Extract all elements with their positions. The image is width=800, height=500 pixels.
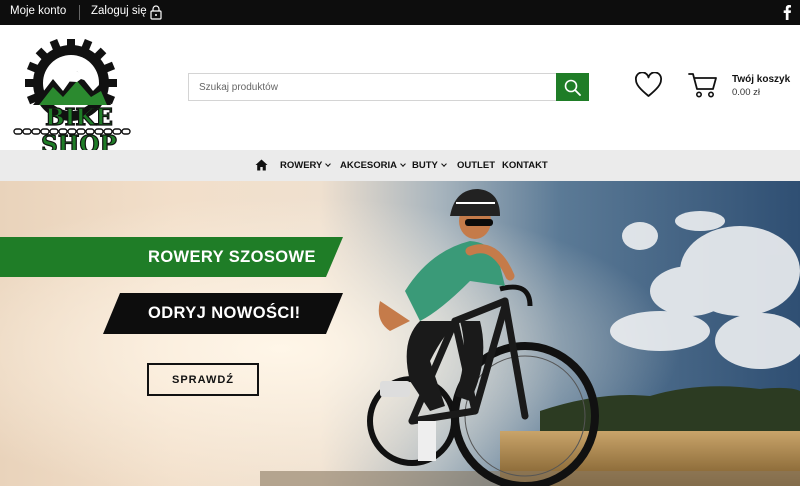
- nav-item-akcesoria[interactable]: AKCESORIA: [340, 160, 406, 171]
- nav-item-outlet[interactable]: OUTLET: [457, 160, 495, 171]
- topbar-divider: [79, 5, 80, 20]
- hero-subheadline: ODRYJ NOWOŚCI!: [148, 304, 301, 322]
- top-bar: Moje konto Zaloguj się: [0, 0, 800, 25]
- hero-headline: ROWERY SZOSOWE: [148, 248, 316, 266]
- main-navigation: ROWERY AKCESORIA BUTY OUTLET KONTAKT: [0, 150, 800, 181]
- nav-item-buty[interactable]: BUTY: [412, 160, 447, 171]
- search-icon: [564, 79, 581, 96]
- nav-item-kontakt[interactable]: KONTAKT: [502, 160, 548, 171]
- cart-icon[interactable]: [688, 71, 718, 99]
- facebook-icon[interactable]: [782, 4, 792, 20]
- chevron-down-icon: [441, 161, 447, 167]
- hero-banner: ROWERY SZOSOWE ODRYJ NOWOŚCI! SPRAWDŹ: [0, 181, 800, 486]
- home-icon[interactable]: [255, 159, 268, 171]
- chevron-down-icon: [400, 161, 406, 167]
- nav-item-rowery[interactable]: ROWERY: [280, 160, 332, 171]
- chevron-down-icon: [325, 161, 332, 167]
- cart-total: 0.00 zł: [732, 87, 760, 98]
- lock-icon[interactable]: [150, 5, 162, 20]
- hero-cta-button[interactable]: SPRAWDŹ: [147, 363, 259, 396]
- wishlist-heart-icon[interactable]: [634, 72, 663, 98]
- my-account-link[interactable]: Moje konto: [10, 5, 66, 17]
- login-link[interactable]: Zaloguj się: [91, 5, 147, 17]
- page-bottom-strip: [0, 486, 800, 500]
- search-button[interactable]: [556, 73, 589, 101]
- search-input[interactable]: [188, 73, 556, 101]
- header: BIKE SHOP Twój koszyk 0.00 zł: [0, 25, 800, 159]
- cart-title[interactable]: Twój koszyk: [732, 74, 790, 85]
